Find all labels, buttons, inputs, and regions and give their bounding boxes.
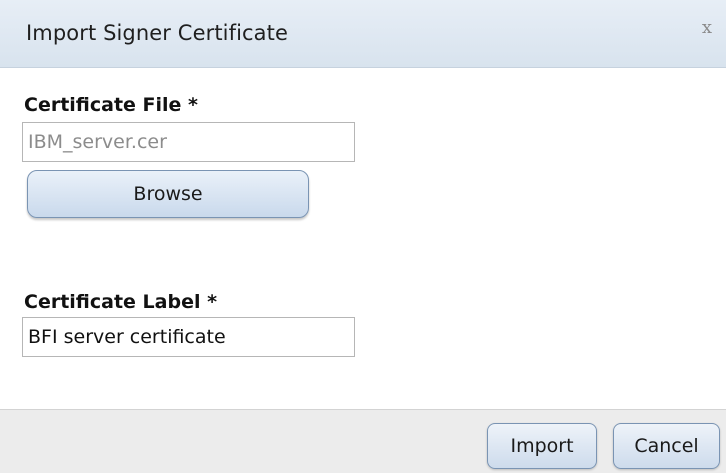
import-button[interactable]: Import	[487, 423, 597, 469]
dialog-title: Import Signer Certificate	[26, 21, 288, 45]
browse-button[interactable]: Browse	[27, 170, 309, 218]
certificate-label-label: Certificate Label *	[24, 291, 218, 313]
certificate-file-field[interactable]: IBM_server.cer	[22, 122, 355, 162]
import-signer-certificate-dialog: Import Signer Certificate x Certificate …	[0, 0, 726, 473]
certificate-file-label: Certificate File *	[24, 94, 198, 116]
close-icon[interactable]: x	[702, 18, 712, 38]
dialog-titlebar: Import Signer Certificate x	[0, 0, 726, 68]
certificate-label-field[interactable]: BFI server certificate	[22, 317, 355, 357]
cancel-button[interactable]: Cancel	[613, 423, 720, 469]
dialog-footer: Import Cancel	[0, 409, 726, 473]
